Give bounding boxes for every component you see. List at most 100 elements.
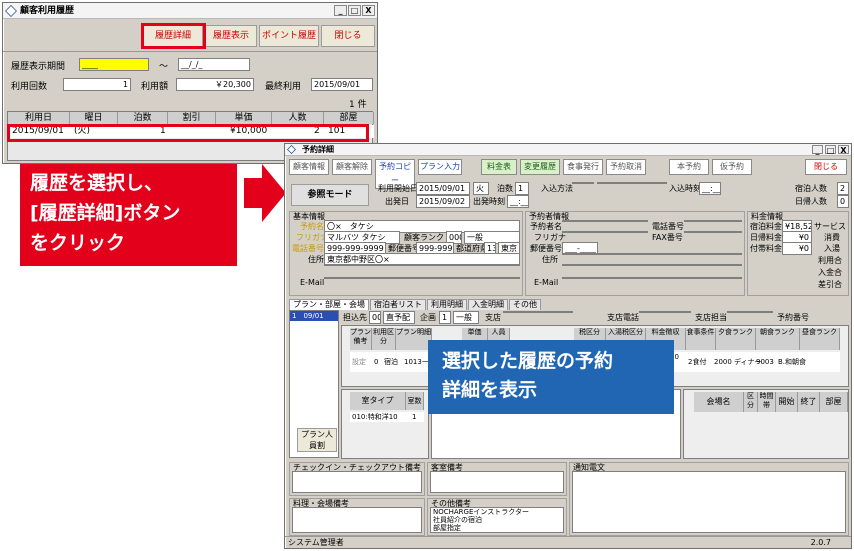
tab-usage-detail[interactable]: 利用明細 (427, 299, 467, 310)
use-total-label: 利用合 (818, 256, 842, 265)
checkin-method-input[interactable] (572, 182, 594, 184)
departure-label: 出発日 (385, 197, 409, 206)
cancel-reservation-button[interactable]: 予約取消 (606, 159, 646, 175)
booker-kana-input[interactable] (562, 231, 648, 233)
checkin-note-input[interactable] (292, 471, 422, 493)
plan-cell: 宿泊 (384, 358, 398, 366)
col-room-type[interactable]: 室タイプ (350, 392, 406, 410)
other-note-input[interactable]: NOCHARGEインストラクター 社員紹介の宿泊 部屋指定 (430, 507, 564, 533)
booker-zip-label: 郵便番号 (530, 244, 562, 253)
change-history-button[interactable]: 変更履歴 (520, 159, 560, 175)
room-note-input[interactable] (430, 471, 564, 493)
use-start-input[interactable]: 2015/09/01 (416, 182, 470, 195)
col-meal-condition[interactable]: 食事条件 (686, 328, 716, 350)
history-close-button[interactable]: 閉じる (321, 25, 375, 47)
callout-show-detail: 選択した履歴の予約 詳細を表示 (428, 340, 674, 414)
minimize-icon[interactable]: _ (812, 145, 823, 155)
dest-code[interactable]: 000 (369, 311, 381, 324)
col-venue-start[interactable]: 開始 (776, 392, 798, 412)
col-weekday[interactable]: 曜日 (70, 112, 118, 124)
col-use-type[interactable]: 利用区分 (372, 328, 396, 350)
row-highlight (7, 124, 369, 142)
departure-input[interactable]: 2015/09/02 (416, 195, 470, 208)
branch-phone-input[interactable] (639, 311, 691, 313)
mode-indicator: 参照モード (291, 184, 369, 206)
col-guests[interactable]: 人数 (272, 112, 324, 124)
period-from-input[interactable]: ____ (79, 58, 149, 71)
branch-input[interactable] (503, 311, 573, 313)
notice-input[interactable] (572, 471, 846, 533)
fee-table-button[interactable]: 料金表 (481, 159, 517, 175)
maximize-icon[interactable]: □ (348, 5, 361, 16)
history-show-button[interactable]: 履歴表示 (205, 25, 257, 47)
amount-value: ￥20,300 (176, 78, 254, 91)
address2-input[interactable] (324, 264, 520, 266)
branch-staff-input[interactable] (727, 311, 773, 313)
branch-label: 支店 (485, 313, 501, 322)
temp-reservation-button[interactable]: 仮予約 (712, 159, 752, 175)
point-history-button[interactable]: ポイント履歴 (259, 25, 319, 47)
stay-guests-value: 2 (837, 182, 849, 195)
col-venue-end[interactable]: 終了 (798, 392, 820, 412)
other-note-line: NOCHARGEインストラクター (433, 508, 529, 516)
plan-input-button[interactable]: プラン入力 (418, 159, 462, 175)
period-to-input[interactable]: __/_/_ (178, 58, 250, 71)
room-cell: 010:特和洋10 (352, 413, 398, 421)
col-room[interactable]: 部屋 (324, 112, 374, 124)
plan-cell: B.和朝食 (778, 358, 807, 366)
plan-cell: 設定 (352, 358, 366, 366)
col-breakfast-rank[interactable]: 朝食ランク (756, 328, 800, 350)
day-guests-label: 日帰人数 (795, 197, 827, 206)
col-discount[interactable]: 割引 (168, 112, 216, 124)
period-separator: 〜 (159, 62, 169, 72)
col-venue-time[interactable]: 時間帯 (758, 392, 776, 412)
date-list-item[interactable]: 1 09/01 (290, 311, 338, 321)
status-bar: システム管理者 2.0.7 (285, 536, 851, 548)
col-nights[interactable]: 泊数 (118, 112, 168, 124)
stay-fee-label: 宿泊料金 (750, 222, 782, 231)
booker-address-input[interactable] (562, 253, 742, 255)
history-window: 顧客利用履歴 _ □ X 履歴詳細 履歴表示 ポイント履歴 閉じる 履歴表示期間… (2, 2, 378, 164)
booker-name-input[interactable] (562, 220, 648, 222)
plan-person-split-button[interactable]: プラン人員割 (297, 428, 337, 452)
meal-issue-button[interactable]: 食事発行 (563, 159, 603, 175)
close-icon[interactable]: X (838, 145, 849, 155)
detail-close-button[interactable]: 閉じる (805, 159, 847, 175)
departure-time-input[interactable]: __:__ (507, 195, 529, 208)
cook-note-input[interactable] (292, 507, 422, 533)
arrow-right-icon (244, 164, 286, 222)
booker-address2-input[interactable] (562, 264, 742, 266)
main-reservation-button[interactable]: 本予約 (669, 159, 709, 175)
customer-info-button[interactable]: 顧客情報 (289, 159, 329, 175)
room-row[interactable]: 010:特和洋10 1 (350, 412, 424, 422)
booker-phone-input[interactable] (684, 220, 742, 222)
tab-plan-room[interactable]: プラン・部屋・会場 (289, 299, 369, 310)
email-input[interactable] (324, 277, 520, 279)
col-plan-note[interactable]: プラン備考 (350, 328, 372, 350)
col-plan-detail[interactable]: プラン明細 (396, 328, 432, 350)
booker-fax-input[interactable] (684, 231, 742, 233)
plan-code[interactable]: 1 (439, 311, 451, 324)
checkin-time-input[interactable]: __:__ (699, 182, 721, 195)
weekday-field: 火 (473, 182, 489, 195)
col-dinner-rank[interactable]: 夕食ランク (716, 328, 756, 350)
tab-payment-detail[interactable]: 入金明細 (468, 299, 508, 310)
tab-other[interactable]: その他 (509, 299, 541, 310)
col-room-count[interactable]: 室数 (406, 392, 424, 410)
amount-label: 利用額 (141, 82, 169, 92)
tab-guest-list[interactable]: 宿泊者リスト (370, 299, 426, 310)
booker-address-label: 住所 (542, 255, 558, 264)
col-lunch-rank[interactable]: 昼食ランク (800, 328, 840, 350)
col-date[interactable]: 利用日 (8, 112, 70, 124)
customer-release-button[interactable]: 顧客解除 (332, 159, 372, 175)
col-price[interactable]: 単価 (216, 112, 272, 124)
minimize-icon[interactable]: _ (334, 5, 347, 16)
col-venue-room[interactable]: 部屋 (820, 392, 848, 412)
col-venue-type[interactable]: 区分 (744, 392, 758, 412)
close-icon[interactable]: X (362, 5, 375, 16)
plan-name: 一般 (453, 311, 479, 324)
nights-input[interactable]: 1 (515, 182, 529, 195)
booker-email-input[interactable] (562, 277, 742, 279)
col-venue-name[interactable]: 会場名 (694, 392, 744, 412)
maximize-icon[interactable]: □ (825, 145, 836, 155)
